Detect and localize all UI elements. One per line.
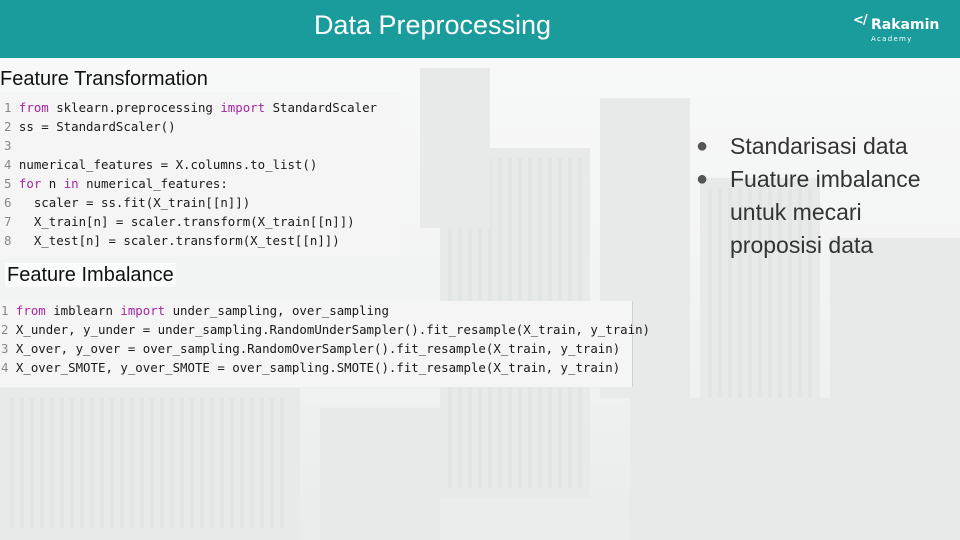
bullet-item: ● Fuature imbalance untuk mecari proposis… [694,163,940,262]
feature-imbalance-title: Feature Imbalance [5,263,176,287]
bullet-text: Fuature imbalance untuk mecari proposisi… [730,166,921,258]
code-text: X_test[n] = scaler.transform(X_test[[n]]… [18,233,340,248]
line-number: 6 [4,195,19,210]
page-title: Data Preprocessing [313,10,552,40]
code-line: 4 X_over_SMOTE, y_over_SMOTE = over_samp… [1,358,620,377]
bullet-text: Standarisasi data [730,133,908,159]
code-text: X_over_SMOTE, y_over_SMOTE = over_sampli… [15,360,621,375]
line-number: 7 [4,214,19,229]
code-keyword: import [120,303,166,318]
code-line: 3 X_over, y_over = over_sampling.RandomO… [1,339,620,358]
line-number: 3 [4,138,19,153]
line-number: 4 [1,360,16,375]
code-text: scaler = ss.fit(X_train[[n]]) [18,195,251,210]
code-text: X_under, y_under = under_sampling.Random… [15,322,651,337]
code-line: 2 ss = StandardScaler() [4,117,176,136]
code-text: X_over, y_over = over_sampling.RandomOve… [15,341,621,356]
code-line: 7 X_train[n] = scaler.transform(X_train[… [4,212,355,231]
code-block-transformation: 1 from sklearn.preprocessing import Stan… [0,92,400,255]
line-number: 4 [4,157,19,172]
code-line: 8 X_test[n] = scaler.transform(X_test[[n… [4,231,340,250]
code-line: 2 X_under, y_under = under_sampling.Rand… [1,320,650,339]
logo-subtitle: Academy [871,35,913,43]
line-number: 3 [1,341,16,356]
line-number: 5 [4,176,19,191]
code-block-imbalance: 1 from imblearn import under_sampling, o… [0,301,650,387]
code-line: 4 numerical_features = X.columns.to_list… [4,155,317,174]
code-text: StandardScaler [265,100,378,115]
code-text: numerical_features = X.columns.to_list() [18,157,318,172]
line-number: 2 [4,119,19,134]
code-line: 1 from sklearn.preprocessing import Stan… [4,98,377,117]
code-line: 5 for n in numerical_features: [4,174,228,193]
feature-transformation-title: Feature Transformation [0,68,208,90]
code-text: sklearn.preprocessing [48,100,221,115]
code-text: imblearn [45,303,121,318]
bullet-dot-icon: ● [696,168,709,190]
code-keyword: from [15,303,46,318]
code-keyword: from [18,100,49,115]
logo-code-icon: </ [853,13,868,28]
bullet-dot-icon: ● [696,135,709,157]
code-line: 1 from imblearn import under_sampling, o… [1,301,389,320]
code-text: under_sampling, over_sampling [165,303,389,318]
bullet-list: ● Standarisasi data ● Fuature imbalance unt… [694,130,940,262]
header-bar: Data Preprocessing </ Rakamin Academy [0,0,960,58]
line-number: 1 [1,303,16,318]
code-text: numerical_features: [78,176,228,191]
line-number: 8 [4,233,19,248]
code-line: 6 scaler = ss.fit(X_train[[n]]) [4,193,250,212]
code-text: n [41,176,64,191]
code-keyword: import [220,100,266,115]
bullet-item: ● Standarisasi data [694,130,940,163]
line-number: 1 [4,100,19,115]
code-keyword: in [63,176,79,191]
code-keyword: for [18,176,42,191]
line-number: 2 [1,322,16,337]
logo-name: Rakamin [871,17,940,33]
code-text: X_train[n] = scaler.transform(X_train[[n… [18,214,355,229]
code-text: ss = StandardScaler() [18,119,176,134]
code-line: 3 [4,136,19,155]
